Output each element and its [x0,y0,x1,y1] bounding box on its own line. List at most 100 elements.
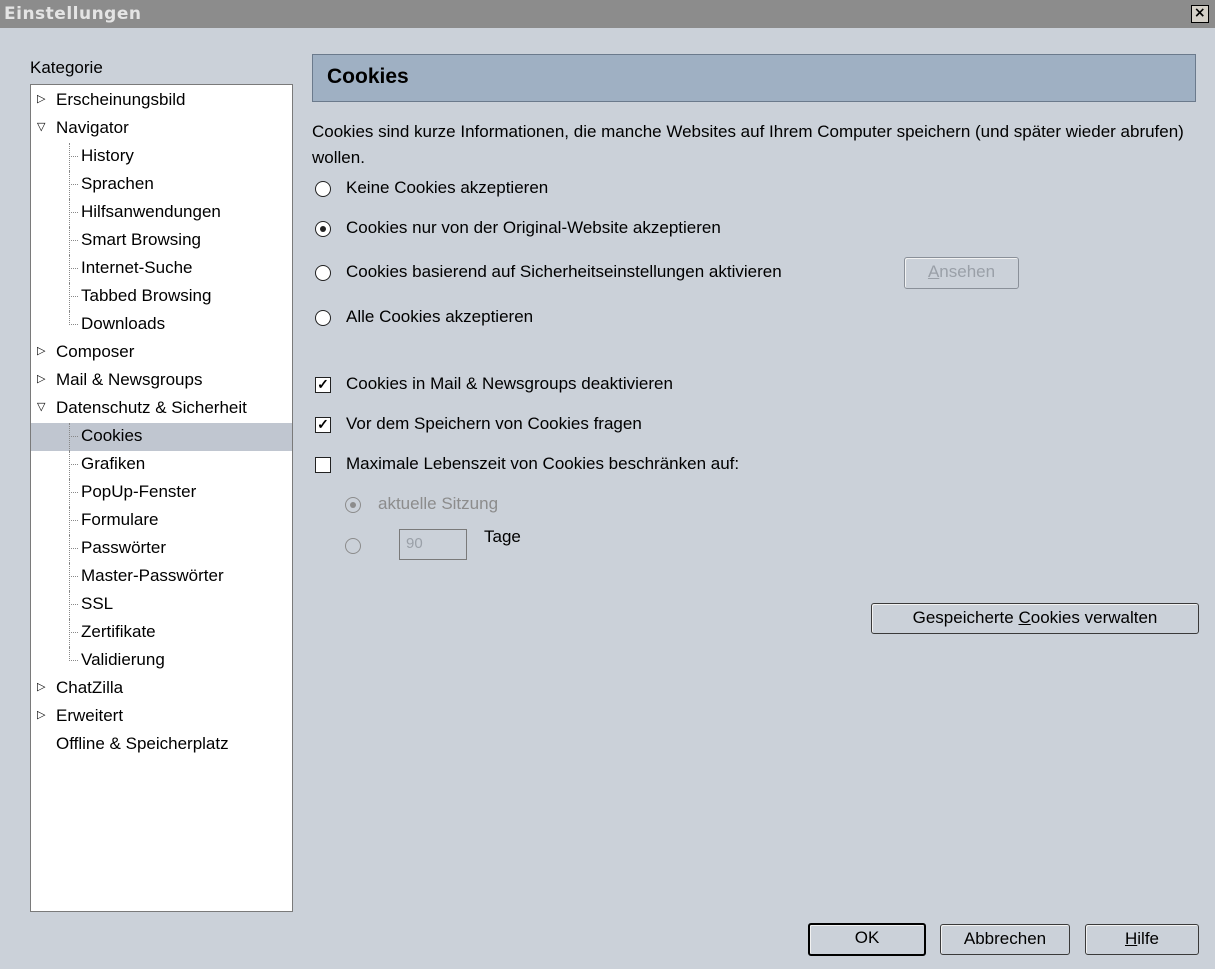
manage-cookies-button[interactable]: Gespeicherte Cookies verwalten [871,603,1199,634]
tree-connector [69,212,78,213]
manage-cookies-label-post: ookies verwalten [1030,608,1158,627]
sidebar-item-label: Master-Passwörter [81,566,224,585]
tree-connector [69,255,70,283]
sidebar-item-label: Zertifikate [81,622,156,641]
sidebar-item-mail-newsgroups[interactable]: ▷ Mail & Newsgroups [31,367,292,395]
radio-security-settings[interactable] [315,265,331,281]
radio-security-settings-label[interactable]: Cookies basierend auf Sicherheitseinstel… [346,262,782,282]
sidebar-item-label: Cookies [81,426,143,445]
tree-connector [69,632,78,633]
category-tree[interactable]: ▷ Erscheinungsbild ▽ Navigator History Sprach… [30,84,293,912]
view-button-label: Ansehen [927,262,996,281]
tree-connector [69,520,78,521]
cancel-button[interactable]: Abbrechen [940,924,1070,955]
sidebar-item-passwörter[interactable]: Passwörter [31,535,292,563]
sidebar-item-ssl[interactable]: SSL [31,591,292,619]
tree-connector [69,576,78,577]
sidebar-item-erweitert[interactable]: ▷ Erweitert [31,703,292,731]
twisty-collapsed-icon[interactable]: ▷ [37,675,45,699]
sidebar-item-label: Datenschutz & Sicherheit [56,398,247,417]
sidebar-item-label: Erweitert [56,706,124,725]
twisty-collapsed-icon[interactable]: ▷ [37,339,45,363]
tree-connector [69,548,78,549]
ok-button[interactable]: OK [808,923,926,956]
sidebar-item-navigator[interactable]: ▽ Navigator [31,115,292,143]
sidebar-item-master-passwörter[interactable]: Master-Passwörter [31,563,292,591]
pane-header: Cookies [312,54,1196,102]
tree-connector [69,184,78,185]
sidebar-item-label: Smart Browsing [81,230,201,249]
tree-connector [69,604,78,605]
checkbox-limit-lifetime[interactable] [315,457,331,473]
close-icon[interactable]: × [1191,5,1209,23]
twisty-collapsed-icon[interactable]: ▷ [37,367,45,391]
tree-connector [69,464,78,465]
category-label: Kategorie [30,58,103,77]
pane-title: Cookies [327,65,409,88]
tree-connector [69,591,70,619]
help-button[interactable]: Hilfe [1085,924,1199,955]
radio-no-cookies[interactable] [315,181,331,197]
tree-connector [69,451,70,479]
sidebar-item-formulare[interactable]: Formulare [31,507,292,535]
tree-connector [69,423,70,451]
twisty-collapsed-icon[interactable]: ▷ [37,87,45,111]
sidebar-item-label: PopUp-Fenster [81,482,197,501]
sidebar-item-internet-suche[interactable]: Internet-Suche [31,255,292,283]
sidebar-item-label: Tabbed Browsing [81,286,212,305]
twisty-collapsed-icon[interactable]: ▷ [37,703,45,727]
sidebar-item-validierung[interactable]: Validierung [31,647,292,675]
tree-connector [69,156,78,157]
help-label-rest: ilfe [1137,929,1159,948]
radio-original-site-label[interactable]: Cookies nur von der Original-Website akz… [346,218,721,238]
checkbox-ask-before-storing[interactable]: ✓ [315,417,331,433]
sidebar-item-label: Composer [56,342,135,361]
window-title: Einstellungen [4,4,142,24]
sidebar-item-grafiken[interactable]: Grafiken [31,451,292,479]
sidebar-item-label: Erscheinungsbild [56,90,186,109]
tree-connector [69,619,70,647]
tree-connector [69,324,78,325]
tree-connector [69,660,78,661]
twisty-expanded-icon[interactable]: ▽ [37,115,45,139]
sidebar-item-tabbed-browsing[interactable]: Tabbed Browsing [31,283,292,311]
radio-days[interactable] [345,538,361,554]
tree-connector [69,143,70,171]
radio-original-site[interactable] [315,221,331,237]
sidebar-item-downloads[interactable]: Downloads [31,311,292,339]
sidebar-item-chatzilla[interactable]: ▷ ChatZilla [31,675,292,703]
sidebar-item-sprachen[interactable]: Sprachen [31,171,292,199]
radio-all-cookies[interactable] [315,310,331,326]
tree-connector [69,296,78,297]
checkbox-ask-before-storing-label[interactable]: Vor dem Speichern von Cookies fragen [346,414,642,434]
sidebar-item-history[interactable]: History [31,143,292,171]
sidebar-item-composer[interactable]: ▷ Composer [31,339,292,367]
sidebar-item-label: Hilfsanwendungen [81,202,221,221]
window-titlebar: Einstellungen × [0,0,1215,28]
sidebar-item-label: SSL [81,594,114,613]
radio-current-session-label[interactable]: aktuelle Sitzung [378,494,498,514]
radio-all-cookies-label[interactable]: Alle Cookies akzeptieren [346,307,533,327]
sidebar-item-label: Internet-Suche [81,258,193,277]
sidebar-item-popup-fenster[interactable]: PopUp-Fenster [31,479,292,507]
tree-connector [69,227,70,255]
radio-no-cookies-label[interactable]: Keine Cookies akzeptieren [346,178,548,198]
sidebar-item-zertifikate[interactable]: Zertifikate [31,619,292,647]
tree-connector [69,283,70,311]
checkbox-limit-lifetime-label[interactable]: Maximale Lebenszeit von Cookies beschrän… [346,454,739,474]
sidebar-item-datenschutz-sicherheit[interactable]: ▽ Datenschutz & Sicherheit [31,395,292,423]
tree-connector [69,436,78,437]
sidebar-item-smart-browsing[interactable]: Smart Browsing [31,227,292,255]
sidebar-item-hilfsanwendungen[interactable]: Hilfsanwendungen [31,199,292,227]
view-button[interactable]: Ansehen [904,257,1019,289]
radio-current-session[interactable] [345,497,361,513]
sidebar-item-erscheinungsbild[interactable]: ▷ Erscheinungsbild [31,87,292,115]
twisty-expanded-icon[interactable]: ▽ [37,395,45,419]
sidebar-item-cookies[interactable]: Cookies [31,423,292,451]
sidebar-item-label: History [81,146,134,165]
days-input[interactable]: 90 [399,529,467,560]
checkbox-mail-cookies-label[interactable]: Cookies in Mail & Newsgroups deaktiviere… [346,374,673,394]
checkbox-mail-cookies[interactable]: ✓ [315,377,331,393]
sidebar-item-offline-speicherplatz[interactable]: Offline & Speicherplatz [31,731,292,759]
sidebar-item-label: Passwörter [81,538,167,557]
